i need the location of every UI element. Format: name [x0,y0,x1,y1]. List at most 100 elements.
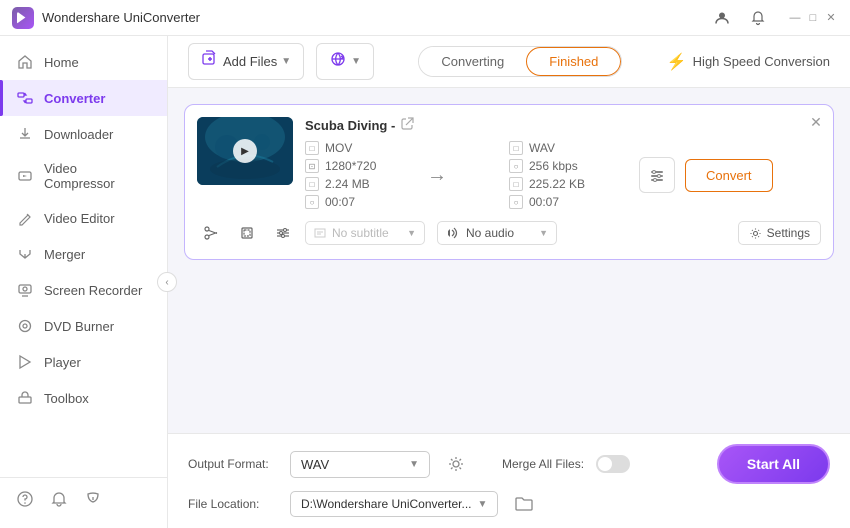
output-bitrate-value: 256 kbps [529,159,578,173]
sidebar-item-dvd-burner-label: DVD Burner [44,319,114,334]
user-icon-btn[interactable] [708,4,736,32]
output-format: □ WAV [509,141,629,155]
sidebar-collapse-button[interactable]: ‹ [157,272,177,292]
sidebar-item-home[interactable]: Home [0,44,167,80]
sidebar-item-screen-recorder-label: Screen Recorder [44,283,142,298]
output-format-row: Output Format: WAV ▼ Merge All Files: St… [188,444,830,484]
sidebar-item-downloader-label: Downloader [44,127,113,142]
sidebar-item-merger-label: Merger [44,247,85,262]
format-settings-icon [447,455,465,473]
codec-settings-button[interactable] [639,157,675,193]
output-format-value: WAV [529,141,555,155]
file-list-area: ✕ ▶ [168,88,850,433]
output-format-select[interactable]: WAV ▼ [290,451,430,478]
file-meta-input: □ MOV ⊡ 1280*720 □ 2.24 MB [305,141,415,209]
file-card-top: ▶ Scuba Diving - [197,117,821,209]
main-layout: Home Converter Downloader [0,36,850,528]
subtitle-placeholder: No subtitle [332,226,389,240]
sidebar-item-player[interactable]: Player [0,344,167,380]
play-button[interactable]: ▶ [233,139,257,163]
output-duration-icon: ○ [509,195,523,209]
sidebar-item-converter-label: Converter [44,91,105,106]
notifications-button[interactable] [50,490,68,508]
bitrate-icon: ○ [509,159,523,173]
speed-conversion-label: High Speed Conversion [693,54,830,69]
convert-button[interactable]: Convert [685,159,773,192]
video-editor-icon [16,209,34,227]
subtitle-chevron: ▼ [407,228,416,238]
audio-placeholder: No audio [466,226,514,240]
format-settings-button[interactable] [442,450,470,478]
file-location-select[interactable]: D:\Wondershare UniConverter... ▼ [290,491,498,517]
output-format-value: WAV [301,457,329,472]
sidebar-item-toolbox[interactable]: Toolbox [0,380,167,416]
merge-all-files-label: Merge All Files: [502,457,584,471]
sidebar-item-video-compressor[interactable]: Video Compressor [0,152,167,200]
subtitle-select[interactable]: No subtitle ▼ [305,221,425,245]
add-url-button[interactable]: ▼ [316,43,374,80]
crop-tool-button[interactable] [233,219,261,247]
effects-tool-button[interactable] [269,219,297,247]
app-logo-icon [17,12,29,24]
settings-icon [749,227,762,240]
start-all-button[interactable]: Start All [717,444,830,484]
size-icon: □ [305,177,319,191]
settings-label: Settings [767,226,810,240]
downloader-icon [16,125,34,143]
file-title-text: Scuba Diving - [305,118,395,133]
scissors-tool-button[interactable] [197,219,225,247]
bell-icon-btn[interactable] [744,4,772,32]
help-button[interactable] [16,490,34,508]
screen-recorder-icon [16,281,34,299]
bottom-bar: Output Format: WAV ▼ Merge All Files: St… [168,433,850,528]
file-card: ✕ ▶ [184,104,834,260]
output-size-icon: □ [509,177,523,191]
app-logo [12,7,34,29]
add-files-button[interactable]: Add Files ▼ [188,43,304,80]
top-toolbar: Add Files ▼ ▼ Converti [168,36,850,88]
sidebar-item-downloader[interactable]: Downloader [0,116,167,152]
maximize-button[interactable]: □ [806,11,820,25]
file-title-row: Scuba Diving - [305,117,821,133]
sidebar-item-player-label: Player [44,355,81,370]
settings-button[interactable]: Settings [738,221,821,245]
audio-icon [446,227,460,239]
tab-converting[interactable]: Converting [419,47,526,76]
output-size-value: 225.22 KB [529,177,585,191]
input-resolution-value: 1280*720 [325,159,376,173]
resolution-icon: ⊡ [305,159,319,173]
sidebar-item-merger[interactable]: Merger [0,236,167,272]
window-controls: — □ ✕ [788,11,838,25]
convert-arrow: → [427,164,447,187]
sidebar-item-screen-recorder[interactable]: Screen Recorder [0,272,167,308]
sidebar-item-dvd-burner[interactable]: DVD Burner [0,308,167,344]
home-icon [16,53,34,71]
dvd-burner-icon [16,317,34,335]
input-format: □ MOV [305,141,415,155]
content-area: Add Files ▼ ▼ Converti [168,36,850,528]
close-button[interactable]: ✕ [824,11,838,25]
sidebar-bottom [0,477,167,520]
output-format-icon: □ [509,141,523,155]
tab-group: Converting Finished [418,46,622,77]
close-card-button[interactable]: ✕ [807,113,825,131]
app-title: Wondershare UniConverter [42,10,200,25]
tab-finished[interactable]: Finished [526,47,621,76]
output-size: □ 225.22 KB [509,177,629,191]
input-resolution: ⊡ 1280*720 [305,159,415,173]
format-chevron: ▼ [409,459,419,470]
minimize-button[interactable]: — [788,11,802,25]
external-link-icon[interactable] [401,117,414,133]
feedback-button[interactable] [84,490,102,508]
sidebar-item-video-editor[interactable]: Video Editor [0,200,167,236]
file-thumbnail[interactable]: ▶ [197,117,293,185]
input-size-value: 2.24 MB [325,177,370,191]
open-folder-button[interactable] [510,490,538,518]
toolbox-icon [16,389,34,407]
file-meta-output: □ WAV ○ 256 kbps □ 225.22 KB [509,141,629,209]
converter-icon [16,89,34,107]
sidebar-item-converter[interactable]: Converter [0,80,167,116]
merge-toggle[interactable] [596,455,630,473]
audio-select[interactable]: No audio ▼ [437,221,557,245]
sidebar: Home Converter Downloader [0,36,168,528]
